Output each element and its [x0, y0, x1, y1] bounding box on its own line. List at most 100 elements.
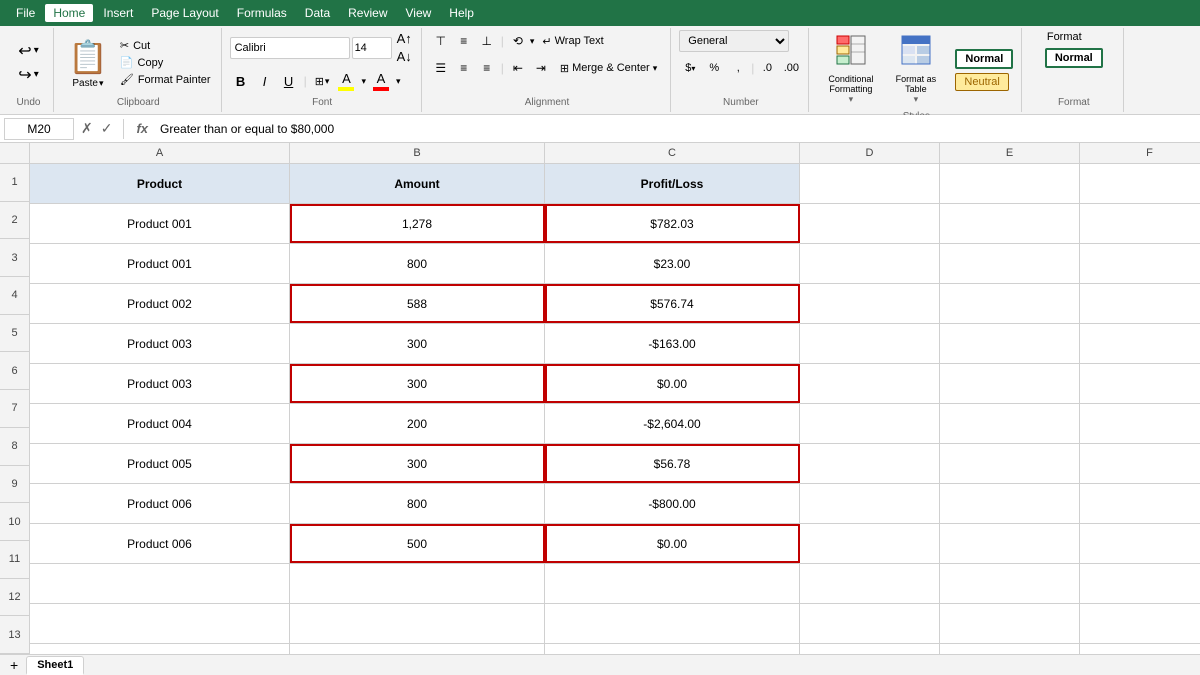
conditional-formatting-button[interactable]: Conditional Formatting ▾ — [819, 32, 882, 107]
cell-a13[interactable] — [30, 644, 290, 654]
cell-a3[interactable]: Product 001 — [30, 244, 290, 283]
cell-a4[interactable]: Product 002 — [30, 284, 290, 323]
menu-formulas[interactable]: Formulas — [229, 4, 295, 22]
cell-a7[interactable]: Product 004 — [30, 404, 290, 443]
redo-button[interactable]: ↪ ▾ — [14, 64, 42, 86]
cell-a10[interactable]: Product 006 — [30, 524, 290, 563]
copy-button[interactable]: 📄 Copy — [116, 55, 215, 70]
comma-button[interactable]: , — [727, 58, 749, 78]
undo-button[interactable]: ↩ ▾ — [14, 40, 42, 62]
increase-decimal-button[interactable]: .00 — [780, 58, 802, 78]
cell-e3[interactable] — [940, 244, 1080, 283]
sheet-tab-1[interactable]: Sheet1 — [26, 656, 84, 675]
cell-d13[interactable] — [800, 644, 940, 654]
col-header-a[interactable]: A — [30, 143, 290, 163]
cell-b10[interactable]: 500 — [290, 524, 545, 563]
row-header-6[interactable]: 6 — [0, 352, 29, 390]
percent-button[interactable]: % — [703, 58, 725, 78]
cell-b4[interactable]: 588 — [290, 284, 545, 323]
row-header-11[interactable]: 11 — [0, 541, 29, 579]
cell-c2[interactable]: $782.03 — [545, 204, 800, 243]
cell-c6[interactable]: $0.00 — [545, 364, 800, 403]
bold-button[interactable]: B — [230, 70, 252, 92]
row-header-9[interactable]: 9 — [0, 466, 29, 504]
currency-button[interactable]: $▾ — [679, 58, 701, 78]
cell-b9[interactable]: 800 — [290, 484, 545, 523]
cell-d12[interactable] — [800, 604, 940, 643]
number-format-select[interactable]: General — [679, 30, 789, 52]
cell-f9[interactable] — [1080, 484, 1200, 523]
cut-button[interactable]: ✂ Cut — [116, 38, 215, 53]
menu-help[interactable]: Help — [441, 4, 482, 22]
cell-b3[interactable]: 800 — [290, 244, 545, 283]
font-color-button[interactable]: A — [370, 70, 392, 92]
cell-d5[interactable] — [800, 324, 940, 363]
cell-c13[interactable] — [545, 644, 800, 654]
cell-a5[interactable]: Product 003 — [30, 324, 290, 363]
col-header-c[interactable]: C — [545, 143, 800, 163]
cell-b8[interactable]: 300 — [290, 444, 545, 483]
row-header-5[interactable]: 5 — [0, 315, 29, 353]
row-header-4[interactable]: 4 — [0, 277, 29, 315]
cell-e12[interactable] — [940, 604, 1080, 643]
row-header-7[interactable]: 7 — [0, 390, 29, 428]
menu-file[interactable]: File — [8, 4, 43, 22]
cell-c9[interactable]: -$800.00 — [545, 484, 800, 523]
merge-dropdown[interactable]: ▾ — [653, 63, 658, 74]
menu-view[interactable]: View — [398, 4, 440, 22]
cell-e1[interactable] — [940, 164, 1080, 203]
cell-d8[interactable] — [800, 444, 940, 483]
cell-e7[interactable] — [940, 404, 1080, 443]
cell-e2[interactable] — [940, 204, 1080, 243]
paste-button[interactable]: 📋 — [62, 36, 114, 78]
decrease-decimal-button[interactable]: .0 — [756, 58, 778, 78]
cell-a1[interactable]: Product — [30, 164, 290, 203]
col-header-b[interactable]: B — [290, 143, 545, 163]
cell-e8[interactable] — [940, 444, 1080, 483]
cell-f5[interactable] — [1080, 324, 1200, 363]
neutral-style-button[interactable]: Neutral — [955, 73, 1008, 91]
col-header-f[interactable]: F — [1080, 143, 1200, 163]
cell-a11[interactable] — [30, 564, 290, 603]
cell-b13[interactable] — [290, 644, 545, 654]
cell-f7[interactable] — [1080, 404, 1200, 443]
cell-e6[interactable] — [940, 364, 1080, 403]
align-bottom-button[interactable]: ⊥ — [476, 31, 498, 51]
cell-c7[interactable]: -$2,604.00 — [545, 404, 800, 443]
cell-d10[interactable] — [800, 524, 940, 563]
cell-c11[interactable] — [545, 564, 800, 603]
cell-d2[interactable] — [800, 204, 940, 243]
cell-d11[interactable] — [800, 564, 940, 603]
cancel-formula-button[interactable]: ✗ — [78, 120, 96, 137]
font-color-dropdown[interactable]: ▾ — [394, 74, 403, 89]
cell-b1[interactable]: Amount — [290, 164, 545, 203]
font-size-input[interactable] — [352, 37, 392, 59]
italic-button[interactable]: I — [254, 70, 276, 92]
format-painter-button[interactable]: 🖌 Format Painter — [116, 72, 215, 87]
row-header-2[interactable]: 2 — [0, 202, 29, 240]
text-rotate-button[interactable]: ⟲ — [507, 31, 529, 51]
row-header-10[interactable]: 10 — [0, 503, 29, 541]
decrease-indent-button[interactable]: ⇤ — [507, 58, 529, 78]
cell-c8[interactable]: $56.78 — [545, 444, 800, 483]
cell-c12[interactable] — [545, 604, 800, 643]
cell-c1[interactable]: Profit/Loss — [545, 164, 800, 203]
cell-e11[interactable] — [940, 564, 1080, 603]
align-left-button[interactable]: ☰ — [430, 58, 452, 78]
cell-c10[interactable]: $0.00 — [545, 524, 800, 563]
cell-b11[interactable] — [290, 564, 545, 603]
cell-a12[interactable] — [30, 604, 290, 643]
merge-center-button[interactable]: ⊞ Merge & Center ▾ — [553, 57, 664, 79]
cell-a6[interactable]: Product 003 — [30, 364, 290, 403]
cell-e13[interactable] — [940, 644, 1080, 654]
col-header-e[interactable]: E — [940, 143, 1080, 163]
cell-f11[interactable] — [1080, 564, 1200, 603]
cell-f6[interactable] — [1080, 364, 1200, 403]
formula-input[interactable] — [156, 122, 1196, 136]
cell-c3[interactable]: $23.00 — [545, 244, 800, 283]
fill-color-button[interactable]: A — [335, 70, 357, 92]
cell-a2[interactable]: Product 001 — [30, 204, 290, 243]
cell-f2[interactable] — [1080, 204, 1200, 243]
insert-function-button[interactable]: fx — [132, 121, 152, 136]
cell-d7[interactable] — [800, 404, 940, 443]
